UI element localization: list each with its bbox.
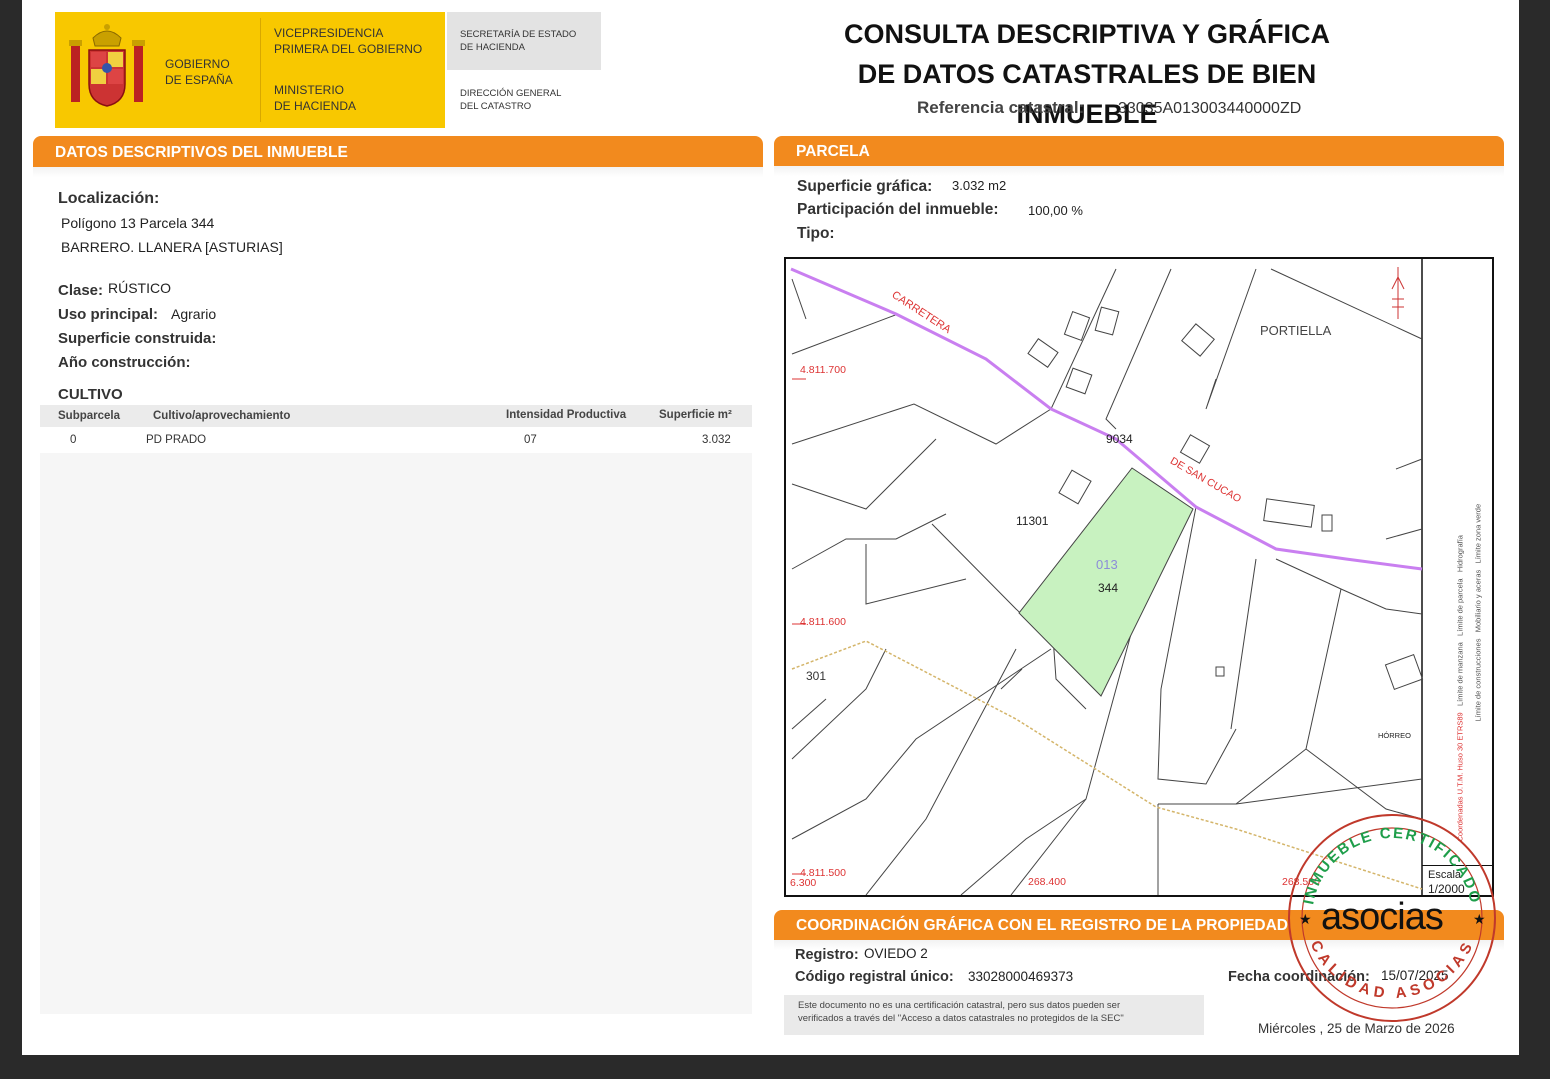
cell-superficie: 3.032 [702,434,731,446]
legend-limite-construcciones: Límite de construcciones [1473,638,1483,722]
cultivo-table-body: 0 PD PRADO 07 3.032 [40,428,752,1014]
vice-label-1: VICEPRESIDENCIA [274,26,384,40]
map-label-301: 301 [806,669,827,683]
parcela-section-header: PARCELA [774,136,1504,166]
codigo-label: Código registral único: [795,969,954,985]
legend-limite-manzana: Límite de manzana [1455,642,1465,706]
legend-zona-verde: Límite zona verde [1473,503,1483,564]
dir-label-2: DEL CATASTRO [460,101,532,112]
stamp-star-right: ★ [1473,911,1486,927]
loc-line-1: Polígono 13 Parcela 344 [61,215,215,231]
ref-value: 33035A013003440000ZD [1118,100,1302,117]
clase-value: RÚSTICO [108,280,171,296]
stamp-bottom-text: CALIDAD ASOCIAS [1307,938,1478,1002]
parcela-header-shadow [774,166,1504,176]
sec-label-1: SECRETARÍA DE ESTADO [460,29,577,40]
note-line-2: verificados a través del "Acceso a datos… [798,1013,1124,1024]
loc-label: Localización: [58,190,160,207]
cell-subparcela: 0 [70,434,77,446]
north-arrow-icon [1391,267,1405,319]
col-cultivo: Cultivo/aprovechamiento [153,410,291,422]
map-legend: Coordenadas U.T.M. Huso 30 ETRS89 Límite… [1426,267,1488,857]
legend-mobiliario: Mobiliario y aceras [1473,569,1483,633]
title-line-1: CONSULTA DESCRIPTIVA Y GRÁFICA [843,19,1331,49]
dir-label-1: DIRECCIÓN GENERAL [460,88,562,99]
map-label-polygon: 013 [1096,557,1118,572]
coord-y-1: 4.811.700 [800,364,846,376]
participacion-label: Participación del inmueble: [797,201,999,218]
uso-value: Agrario [171,306,217,322]
cell-intensidad: 07 [524,434,537,446]
government-logo-block: GOBIERNO DE ESPAÑA VICEPRESIDENCIA PRIME… [55,12,445,128]
note-line-1: Este documento no es una certificación c… [798,1000,1121,1011]
legend-hidrografia: Hidrografía [1455,535,1465,573]
coat-of-arms-icon [69,24,145,107]
desc-section-header: DATOS DESCRIPTIVOS DEL INMUEBLE [33,136,763,167]
loc-line-2: BARRERO. LLANERA [ASTURIAS] [61,239,283,255]
table-row: 0 PD PRADO 07 3.032 [40,428,752,453]
tipo-label: Tipo: [797,225,835,242]
coord-x-1: 268.400 [1028,876,1066,888]
participacion-value: 100,00 % [1028,203,1083,218]
disclaimer-note: Este documento no es una certificación c… [784,995,1204,1035]
cultivo-table-header: Subparcela Cultivo/aprovechamiento Inten… [40,405,752,427]
logo-divider [260,18,261,122]
document-page: GOBIERNO DE ESPAÑA VICEPRESIDENCIA PRIME… [22,0,1519,1055]
map-label-horreo: HÓRREO [1378,731,1411,740]
sup-grafica-label: Superficie gráfica: [797,178,933,195]
gov-label-2: DE ESPAÑA [165,73,233,87]
col-subparcela: Subparcela [58,410,120,422]
registro-value: OVIEDO 2 [864,946,928,961]
gov-label-1: GOBIERNO [165,57,230,71]
map-label-11301: 11301 [1016,514,1049,528]
secretaria-block: SECRETARÍA DE ESTADO DE HACIENDA [447,12,601,70]
legend-text-2: Límite de construcciones Mobiliario y ac… [1474,282,1483,842]
anio-label: Año construcción: [58,354,191,371]
coord-x-0: 6.300 [790,877,817,889]
clase-label: Clase: [58,282,104,299]
map-label-parcel: 344 [1098,581,1119,595]
col-superficie: Superficie m² [659,409,732,421]
ref-label: Referencia catastral: [917,98,1085,117]
vice-label-2: PRIMERA DEL GOBIERNO [274,42,423,56]
stamp-star-left: ★ [1299,911,1312,927]
certification-stamp: INMUEBLE CERTIFICADO CALIDAD ASOCIAS ★ ★… [1287,800,1497,1035]
col-intensidad: Intensidad Productiva [506,409,627,421]
registro-label: Registro: [795,947,859,963]
min-label-2: DE HACIENDA [274,99,357,113]
codigo-value: 33028000469373 [968,969,1074,984]
title-line-2: DE DATOS CATASTRALES DE BIEN INMUEBLE [857,59,1317,129]
uso-label: Uso principal: [58,306,159,323]
map-label-portiella: PORTIELLA [1260,323,1332,338]
cultivo-title: CULTIVO [58,386,123,403]
map-label-9034: 9034 [1106,432,1133,446]
legend-text: Coordenadas U.T.M. Huso 30 ETRS89 Límite… [1455,282,1465,841]
sec-label-2: DE HACIENDA [460,42,525,53]
desc-header-shadow [33,167,763,177]
sup-construida-label: Superficie construida: [58,330,217,347]
stamp-brand: asocias [1321,896,1444,938]
cell-cultivo: PD PRADO [146,434,207,446]
legend-limite-parcela: Límite de parcela [1455,578,1465,636]
min-label-1: MINISTERIO [274,83,345,97]
coord-y-2: 4.811.600 [800,616,846,628]
sup-grafica-value: 3.032 m2 [952,178,1007,193]
